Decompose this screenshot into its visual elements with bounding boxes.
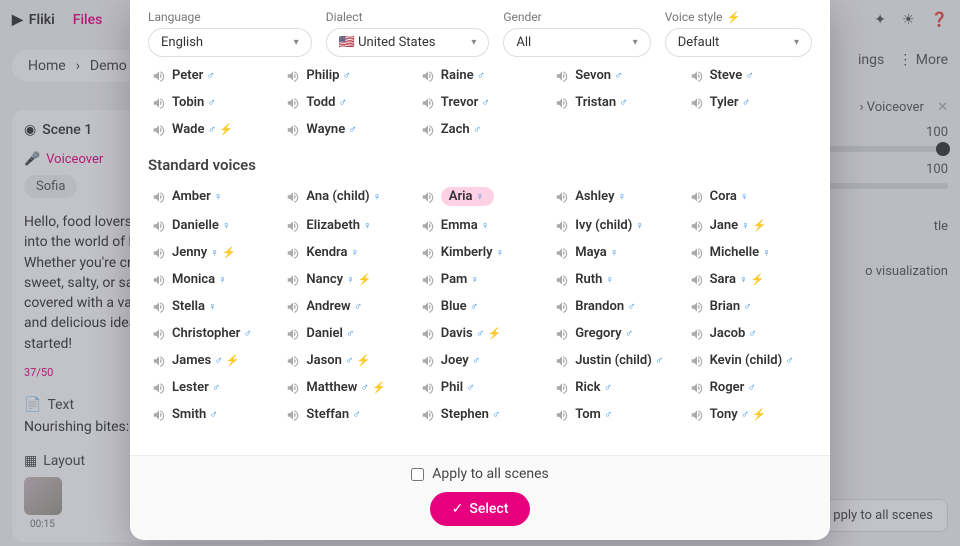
voice-jenny[interactable]: Jenny ♀ ⚡ (148, 242, 274, 263)
voice-matthew[interactable]: Matthew ♂ ⚡ (282, 377, 408, 398)
voice-ivy-child-[interactable]: Ivy (child) ♀ (551, 215, 677, 236)
voice-amber[interactable]: Amber ♀ (148, 184, 274, 209)
voice-picker-modal: Language English▾ Dialect 🇺🇸 United Stat… (130, 0, 830, 540)
language-select[interactable]: English▾ (148, 28, 312, 57)
style-label: Voice style ⚡ (665, 10, 812, 24)
voice-sara[interactable]: Sara ♀ ⚡ (686, 269, 812, 290)
voice-philip[interactable]: Philip ♂ (282, 65, 408, 86)
voice-justin-child-[interactable]: Justin (child) ♂ (551, 350, 677, 371)
voice-jason[interactable]: Jason ♂ ⚡ (282, 350, 408, 371)
style-select[interactable]: Default▾ (665, 28, 812, 57)
dialect-label: Dialect (326, 10, 490, 24)
voice-ashley[interactable]: Ashley ♀ (551, 184, 677, 209)
voice-tristan[interactable]: Tristan ♂ (551, 92, 677, 113)
voice-lester[interactable]: Lester ♂ (148, 377, 274, 398)
voice-sevon[interactable]: Sevon ♂ (551, 65, 677, 86)
voice-michelle[interactable]: Michelle ♀ (686, 242, 812, 263)
voice-trevor[interactable]: Trevor ♂ (417, 92, 543, 113)
voice-wayne[interactable]: Wayne ♂ (282, 119, 408, 140)
voice-maya[interactable]: Maya ♀ (551, 242, 677, 263)
voice-todd[interactable]: Todd ♂ (282, 92, 408, 113)
voice-christopher[interactable]: Christopher ♂ (148, 323, 274, 344)
voice-blue[interactable]: Blue ♂ (417, 296, 543, 317)
voice-davis[interactable]: Davis ♂ ⚡ (417, 323, 543, 344)
voice-peter[interactable]: Peter ♂ (148, 65, 274, 86)
voice-stella[interactable]: Stella ♀ (148, 296, 274, 317)
voice-pam[interactable]: Pam ♀ (417, 269, 543, 290)
voice-aria[interactable]: Aria ♀ (417, 184, 543, 209)
voice-tyler[interactable]: Tyler ♂ (686, 92, 812, 113)
voice-kendra[interactable]: Kendra ♀ (282, 242, 408, 263)
apply-all-checkbox[interactable]: Apply to all scenes (148, 466, 812, 482)
dialect-select[interactable]: 🇺🇸 United States▾ (326, 28, 490, 57)
voice-james[interactable]: James ♂ ⚡ (148, 350, 274, 371)
voice-danielle[interactable]: Danielle ♀ (148, 215, 274, 236)
select-button[interactable]: ✓ Select (430, 492, 531, 526)
voice-monica[interactable]: Monica ♀ (148, 269, 274, 290)
voice-steve[interactable]: Steve ♂ (686, 65, 812, 86)
voice-kimberly[interactable]: Kimberly ♀ (417, 242, 543, 263)
voice-andrew[interactable]: Andrew ♂ (282, 296, 408, 317)
voice-tobin[interactable]: Tobin ♂ (148, 92, 274, 113)
voice-smith[interactable]: Smith ♂ (148, 404, 274, 425)
voice-jane[interactable]: Jane ♀ ⚡ (686, 215, 812, 236)
voice-gregory[interactable]: Gregory ♂ (551, 323, 677, 344)
voice-jacob[interactable]: Jacob ♂ (686, 323, 812, 344)
voice-daniel[interactable]: Daniel ♂ (282, 323, 408, 344)
voice-joey[interactable]: Joey ♂ (417, 350, 543, 371)
voice-phil[interactable]: Phil ♂ (417, 377, 543, 398)
voice-raine[interactable]: Raine ♂ (417, 65, 543, 86)
voice-nancy[interactable]: Nancy ♀ ⚡ (282, 269, 408, 290)
voice-steffan[interactable]: Steffan ♂ (282, 404, 408, 425)
voice-ruth[interactable]: Ruth ♀ (551, 269, 677, 290)
voice-tony[interactable]: Tony ♂ ⚡ (686, 404, 812, 425)
gender-label: Gender (503, 10, 650, 24)
voice-rick[interactable]: Rick ♂ (551, 377, 677, 398)
voice-kevin-child-[interactable]: Kevin (child) ♂ (686, 350, 812, 371)
voice-cora[interactable]: Cora ♀ (686, 184, 812, 209)
language-label: Language (148, 10, 312, 24)
voice-stephen[interactable]: Stephen ♂ (417, 404, 543, 425)
apply-all-input[interactable] (411, 468, 424, 481)
voice-elizabeth[interactable]: Elizabeth ♀ (282, 215, 408, 236)
voice-ana-child-[interactable]: Ana (child) ♀ (282, 184, 408, 209)
gender-select[interactable]: All▾ (503, 28, 650, 57)
voice-roger[interactable]: Roger ♂ (686, 377, 812, 398)
voice-wade[interactable]: Wade ♂ ⚡ (148, 119, 274, 140)
voice-emma[interactable]: Emma ♀ (417, 215, 543, 236)
voice-zach[interactable]: Zach ♂ (417, 119, 543, 140)
voice-brandon[interactable]: Brandon ♂ (551, 296, 677, 317)
voice-brian[interactable]: Brian ♂ (686, 296, 812, 317)
standard-voices-header: Standard voices (148, 156, 812, 174)
voice-tom[interactable]: Tom ♂ (551, 404, 677, 425)
